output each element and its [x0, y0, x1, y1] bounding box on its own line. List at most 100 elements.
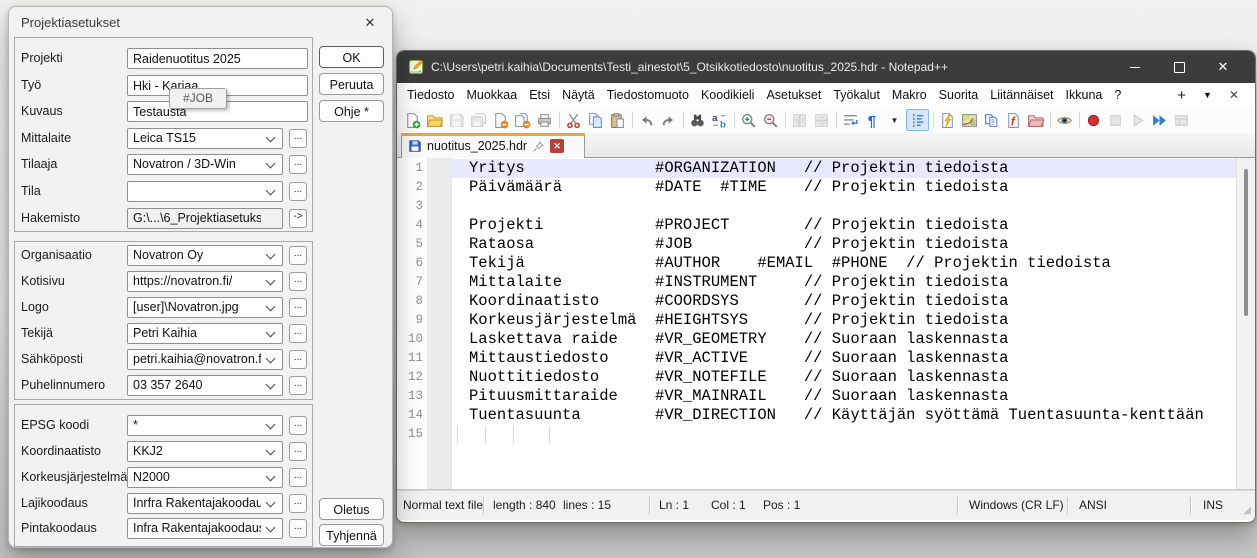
menu-item-help[interactable]: ?	[1108, 88, 1127, 102]
projekti-input[interactable]	[127, 48, 308, 69]
menu-item-nyt[interactable]: Näytä	[556, 88, 601, 102]
sahkoposti-more-button[interactable]: ...	[289, 350, 307, 369]
cancel-button[interactable]: Peruuta	[319, 73, 384, 95]
scrollbar-thumb[interactable]	[1244, 169, 1248, 316]
lajikoodaus-select[interactable]: Inrfra Rakentajakoodaus	[127, 493, 283, 514]
mittalaite-select[interactable]: Leica TS15	[127, 128, 283, 149]
tab-list-dropdown-icon[interactable]: ▼	[1203, 90, 1212, 100]
logo-more-button[interactable]: ...	[289, 298, 307, 317]
redo-icon[interactable]	[658, 110, 679, 130]
code-line-6[interactable]: Tekijä #AUTHOR #EMAIL #PHONE // Projekti…	[451, 254, 1237, 273]
menu-item-liitnniset[interactable]: Liitännäiset	[984, 88, 1059, 102]
replace-icon[interactable]: ab	[709, 110, 730, 130]
korkeusjarjestelma-more-button[interactable]: ...	[289, 468, 307, 487]
word-wrap-icon[interactable]	[840, 110, 861, 130]
tekija-select[interactable]: Petri Kaihia	[127, 323, 283, 344]
code-line-7[interactable]: Mittalaite #INSTRUMENT // Projektin tied…	[451, 273, 1237, 292]
editor[interactable]: 123456789101112131415 Yritys #ORGANIZATI…	[397, 158, 1255, 490]
menu-item-koodikieli[interactable]: Koodikieli	[695, 88, 761, 102]
paste-icon[interactable]	[607, 110, 628, 130]
puhelinnumero-more-button[interactable]: ...	[289, 376, 307, 395]
document-map-icon[interactable]	[959, 110, 980, 130]
menubar-close-icon[interactable]: ✕	[1229, 88, 1239, 102]
kotisivu-more-button[interactable]: ...	[289, 272, 307, 291]
kotisivu-select[interactable]: https://novatron.fi/	[127, 271, 283, 292]
code-line-13[interactable]: Pituusmittaraide #VR_MAINRAIL // Suoraan…	[451, 387, 1237, 406]
close-file-icon[interactable]	[490, 110, 511, 130]
code-line-4[interactable]: Projekti #PROJECT // Projektin tiedoista	[451, 216, 1237, 235]
pintakoodaus-more-button[interactable]: ...	[289, 519, 307, 538]
code-line-15[interactable]	[451, 425, 1237, 444]
lajikoodaus-more-button[interactable]: ...	[289, 494, 307, 513]
menu-item-tiedosto[interactable]: Tiedosto	[401, 88, 460, 102]
epsg-more-button[interactable]: ...	[289, 416, 307, 435]
document-list-icon[interactable]	[981, 110, 1002, 130]
tab-nuotitus-2025[interactable]: nuotitus_2025.hdr ✕	[401, 133, 585, 158]
show-all-characters-icon[interactable]: ¶	[862, 110, 883, 130]
code-line-1[interactable]: Yritys #ORGANIZATION // Projektin tiedoi…	[451, 159, 1237, 178]
new-file-icon[interactable]	[402, 110, 423, 130]
macro-record-icon[interactable]	[1083, 110, 1104, 130]
function-list-icon[interactable]: f	[1003, 110, 1024, 130]
organisaatio-select[interactable]: Novatron Oy	[127, 245, 283, 266]
code-line-8[interactable]: Koordinaatisto #COORDSYS // Projektin ti…	[451, 292, 1237, 311]
close-button[interactable]: ✕	[1201, 51, 1245, 83]
menu-item-suorita[interactable]: Suorita	[933, 88, 985, 102]
code-line-5[interactable]: Rataosa #JOB // Projektin tiedoista	[451, 235, 1237, 254]
close-all-icon[interactable]	[512, 110, 533, 130]
help-button[interactable]: Ohje *	[319, 100, 384, 122]
hakemisto-open-button[interactable]: ->	[289, 209, 307, 228]
code-line-12[interactable]: Nuottitiedosto #VR_NOTEFILE // Suoraan l…	[451, 368, 1237, 387]
open-file-icon[interactable]	[424, 110, 445, 130]
maximize-button[interactable]	[1157, 51, 1201, 83]
hakemisto-path[interactable]: G:\...\6_Projektiasetukset\	[127, 208, 283, 229]
zoom-in-icon[interactable]	[738, 110, 759, 130]
menu-item-makro[interactable]: Makro	[886, 88, 933, 102]
find-icon[interactable]	[687, 110, 708, 130]
code-line-10[interactable]: Laskettava raide #VR_GEOMETRY // Suoraan…	[451, 330, 1237, 349]
resize-grip[interactable]: ◢	[1243, 505, 1251, 516]
cut-icon[interactable]	[563, 110, 584, 130]
pintakoodaus-select[interactable]: Infra Rakentajakoodaus	[127, 518, 283, 539]
menu-item-tiedostomuoto[interactable]: Tiedostomuoto	[601, 88, 695, 102]
lightning-document-icon[interactable]	[937, 110, 958, 130]
code-line-9[interactable]: Korkeusjärjestelmä #HEIGHTSYS // Projekt…	[451, 311, 1237, 330]
tila-more-button[interactable]: ...	[289, 182, 307, 201]
code-line-14[interactable]: Tuentasuunta #VR_DIRECTION // Käyttäjän …	[451, 406, 1237, 425]
tilaaja-more-button[interactable]: ...	[289, 155, 307, 174]
korkeusjarjestelma-select[interactable]: N2000	[127, 467, 283, 488]
zoom-out-icon[interactable]	[760, 110, 781, 130]
print-icon[interactable]	[534, 110, 555, 130]
pin-icon[interactable]	[532, 140, 545, 153]
status-insert-mode[interactable]: INS	[1203, 491, 1223, 520]
menu-item-asetukset[interactable]: Asetukset	[760, 88, 827, 102]
menu-item-ikkuna[interactable]: Ikkuna	[1060, 88, 1109, 102]
folder-as-workspace-icon[interactable]	[1025, 110, 1046, 130]
koordinaatisto-select[interactable]: KKJ2	[127, 441, 283, 462]
tilaaja-select[interactable]: Novatron / 3D-Win	[127, 154, 283, 175]
tekija-more-button[interactable]: ...	[289, 324, 307, 343]
code-line-3[interactable]	[451, 197, 1237, 216]
tab-close-icon[interactable]: ✕	[550, 139, 564, 153]
defaults-button[interactable]: Oletus	[319, 498, 384, 520]
mittalaite-more-button[interactable]: ...	[289, 129, 307, 148]
undo-icon[interactable]	[636, 110, 657, 130]
menu-item-etsi[interactable]: Etsi	[523, 88, 556, 102]
ok-button[interactable]: OK	[319, 46, 384, 68]
koordinaatisto-more-button[interactable]: ...	[289, 442, 307, 461]
sahkoposti-select[interactable]: petri.kaihia@novatron.fi	[127, 349, 283, 370]
new-tab-icon[interactable]: +	[1177, 87, 1186, 104]
menu-item-muokkaa[interactable]: Muokkaa	[460, 88, 523, 102]
code-line-11[interactable]: Mittaustiedosto #VR_ACTIVE // Suoraan la…	[451, 349, 1237, 368]
indent-guide-icon[interactable]	[906, 109, 929, 131]
logo-select[interactable]: [user]\Novatron.jpg	[127, 297, 283, 318]
epsg-select[interactable]: *	[127, 415, 283, 436]
show-chars-dropdown-icon[interactable]: ▼	[884, 110, 905, 130]
menu-item-tykalut[interactable]: Työkalut	[827, 88, 886, 102]
code-line-2[interactable]: Päivämäärä #DATE #TIME // Projektin tied…	[451, 178, 1237, 197]
monitoring-icon[interactable]	[1054, 110, 1075, 130]
copy-icon[interactable]	[585, 110, 606, 130]
puhelinnumero-select[interactable]: 03 357 2640	[127, 375, 283, 396]
macro-run-multiple-icon[interactable]	[1149, 110, 1170, 130]
notepad-titlebar[interactable]: C:\Users\petri.kaihia\Documents\Testi_ai…	[397, 51, 1255, 83]
